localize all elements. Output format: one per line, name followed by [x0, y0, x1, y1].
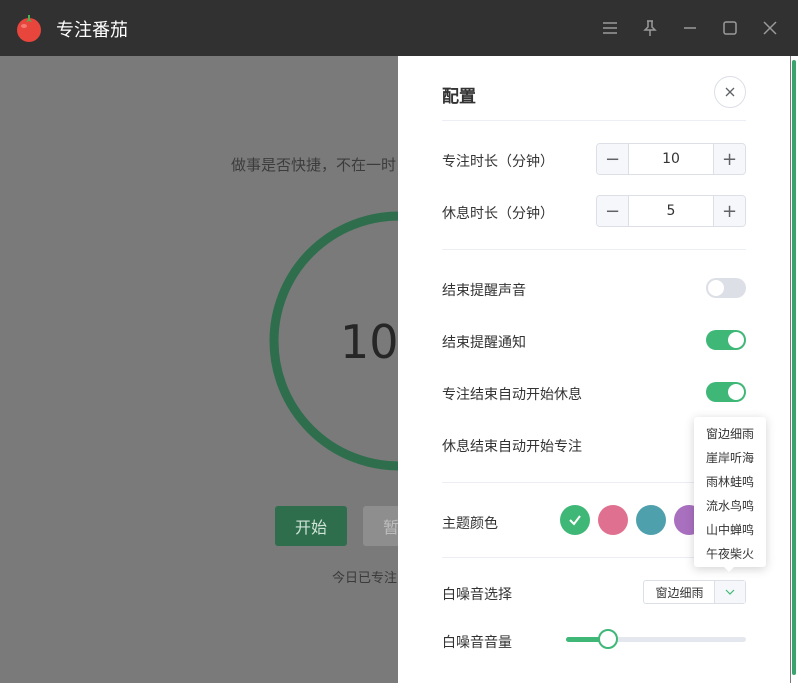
divider: [442, 120, 746, 121]
tomato-icon: [17, 15, 41, 42]
check-icon: [569, 515, 581, 526]
motto-text: 做事是否快捷，不在一时: [231, 156, 397, 174]
volume-slider-fill: [566, 637, 602, 642]
dropdown-option[interactable]: 雨林蛙鸣: [694, 469, 766, 493]
rest-duration-input[interactable]: 5: [629, 196, 713, 226]
notify-reminder-label: 结束提醒通知: [442, 335, 526, 351]
app-title: 专注番茄: [56, 20, 128, 41]
title-bar: 专注番茄: [0, 0, 798, 56]
sound-reminder-toggle[interactable]: [706, 278, 746, 298]
menu-icon[interactable]: [600, 18, 620, 38]
close-icon: [725, 87, 735, 97]
focus-duration-label: 专注时长（分钟）: [442, 154, 554, 170]
close-icon[interactable]: [760, 18, 780, 38]
pin-icon[interactable]: [640, 18, 660, 38]
today-focus-text: 今日已专注: [332, 571, 398, 586]
rest-duration-stepper[interactable]: − 5 +: [596, 195, 746, 227]
rest-duration-label: 休息时长（分钟）: [442, 206, 554, 222]
chevron-down-icon: [725, 589, 735, 595]
settings-close-button[interactable]: [714, 76, 746, 108]
auto-rest-label: 专注结束自动开始休息: [442, 387, 582, 403]
focus-increase-button[interactable]: +: [713, 144, 745, 174]
rest-decrease-button[interactable]: −: [597, 196, 629, 226]
volume-label: 白噪音音量: [442, 635, 512, 651]
white-noise-dropdown: 窗边细雨 崖岸听海 雨林蛙鸣 流水鸟鸣 山中蝉鸣 午夜柴火: [694, 417, 766, 567]
focus-duration-stepper[interactable]: − 10 +: [596, 143, 746, 175]
sound-reminder-label: 结束提醒声音: [442, 283, 526, 299]
minimize-icon[interactable]: [680, 18, 700, 38]
dropdown-option[interactable]: 崖岸听海: [694, 445, 766, 469]
white-noise-select[interactable]: 窗边细雨: [643, 580, 746, 604]
maximize-icon[interactable]: [720, 18, 740, 38]
dropdown-option[interactable]: 午夜柴火: [694, 541, 766, 565]
divider: [442, 249, 746, 250]
settings-title: 配置: [442, 87, 476, 107]
dropdown-arrow: [723, 566, 735, 572]
dropdown-option[interactable]: 山中蝉鸣: [694, 517, 766, 541]
theme-color-label: 主题颜色: [442, 516, 498, 532]
focus-duration-input[interactable]: 10: [629, 144, 713, 174]
auto-focus-label: 休息结束自动开始专注: [442, 439, 582, 455]
rest-increase-button[interactable]: +: [713, 196, 745, 226]
select-toggle-button[interactable]: [714, 581, 745, 603]
white-noise-selected[interactable]: 窗边细雨: [644, 581, 715, 603]
theme-swatch-green[interactable]: [560, 505, 590, 535]
white-noise-label: 白噪音选择: [442, 587, 512, 603]
scrollbar-thumb[interactable]: [792, 60, 796, 675]
volume-slider-handle[interactable]: [598, 629, 618, 649]
auto-rest-toggle[interactable]: [706, 382, 746, 402]
notify-reminder-toggle[interactable]: [706, 330, 746, 350]
start-button[interactable]: 开始: [275, 506, 347, 546]
dropdown-option[interactable]: 流水鸟鸣: [694, 493, 766, 517]
focus-decrease-button[interactable]: −: [597, 144, 629, 174]
dropdown-option[interactable]: 窗边细雨: [694, 421, 766, 445]
theme-swatch-teal[interactable]: [636, 505, 666, 535]
volume-slider[interactable]: [566, 637, 746, 642]
theme-swatch-pink[interactable]: [598, 505, 628, 535]
